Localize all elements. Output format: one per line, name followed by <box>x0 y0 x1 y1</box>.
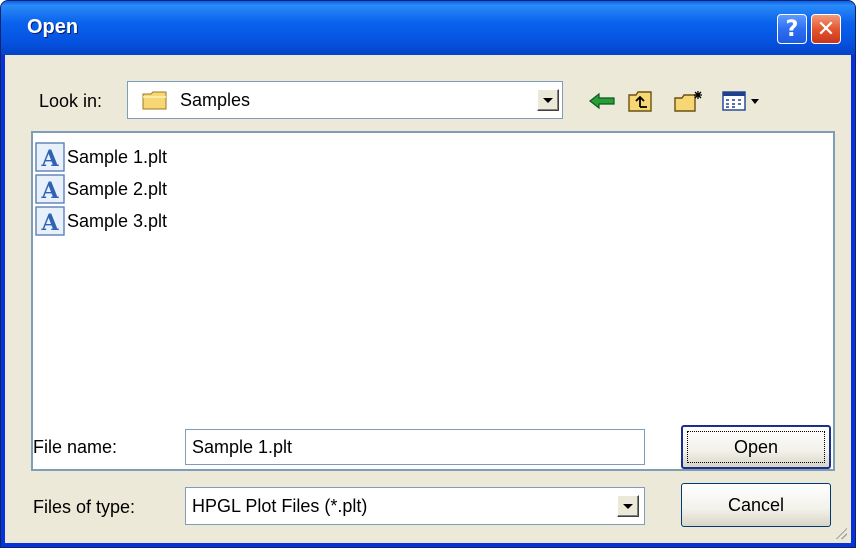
file-name: Sample 3.plt <box>67 210 168 231</box>
files-of-type-label: Files of type: <box>33 497 136 517</box>
cancel-button[interactable]: Cancel <box>681 483 831 527</box>
files-of-type-dropdown-button[interactable] <box>617 495 639 517</box>
file-name-input[interactable]: Sample 1.plt <box>185 429 645 465</box>
up-folder-icon[interactable] <box>627 89 653 113</box>
look-in-label: Look in: <box>39 91 103 111</box>
file-list[interactable]: A Sample 1.plt A Sample 2.plt A Sample 3… <box>31 131 835 471</box>
close-icon: ✕ <box>816 16 836 42</box>
views-menu-icon[interactable] <box>721 89 765 113</box>
list-item[interactable]: A Sample 1.plt <box>35 141 167 173</box>
folder-icon <box>142 91 167 110</box>
close-button[interactable]: ✕ <box>811 14 841 44</box>
plt-file-icon: A <box>35 142 65 172</box>
files-of-type-value: HPGL Plot Files (*.plt) <box>192 496 368 516</box>
list-item[interactable]: A Sample 3.plt <box>35 205 167 237</box>
files-of-type-dropdown[interactable]: HPGL Plot Files (*.plt) <box>185 487 645 525</box>
svg-text:A: A <box>40 178 59 204</box>
resize-grip[interactable] <box>833 525 847 539</box>
svg-text:A: A <box>40 146 59 172</box>
open-button[interactable]: Open <box>681 425 831 469</box>
list-item[interactable]: A Sample 2.plt <box>35 173 167 205</box>
plt-file-icon: A <box>35 206 65 236</box>
focus-ring <box>687 431 825 463</box>
look-in-dropdown-button[interactable] <box>537 89 559 111</box>
dialog-body: Look in: Samples A Sample 1.plt A Sample… <box>5 55 851 543</box>
help-icon: ? <box>785 16 799 42</box>
plt-file-icon: A <box>35 174 65 204</box>
svg-text:A: A <box>40 210 59 236</box>
new-folder-icon[interactable] <box>673 89 705 113</box>
look-in-dropdown[interactable]: Samples <box>127 81 563 119</box>
open-dialog: Open ? ✕ Look in: Samples A Sample 1.plt… <box>0 0 856 548</box>
window-title: Open <box>27 16 79 38</box>
file-name: Sample 1.plt <box>67 146 168 167</box>
look-in-value: Samples <box>180 90 251 110</box>
file-name: Sample 2.plt <box>67 178 168 199</box>
help-button[interactable]: ? <box>777 14 807 44</box>
title-bar[interactable]: Open ? ✕ <box>1 1 855 55</box>
back-icon[interactable] <box>587 89 617 113</box>
file-name-label: File name: <box>33 437 118 457</box>
cancel-button-label: Cancel <box>727 494 785 515</box>
